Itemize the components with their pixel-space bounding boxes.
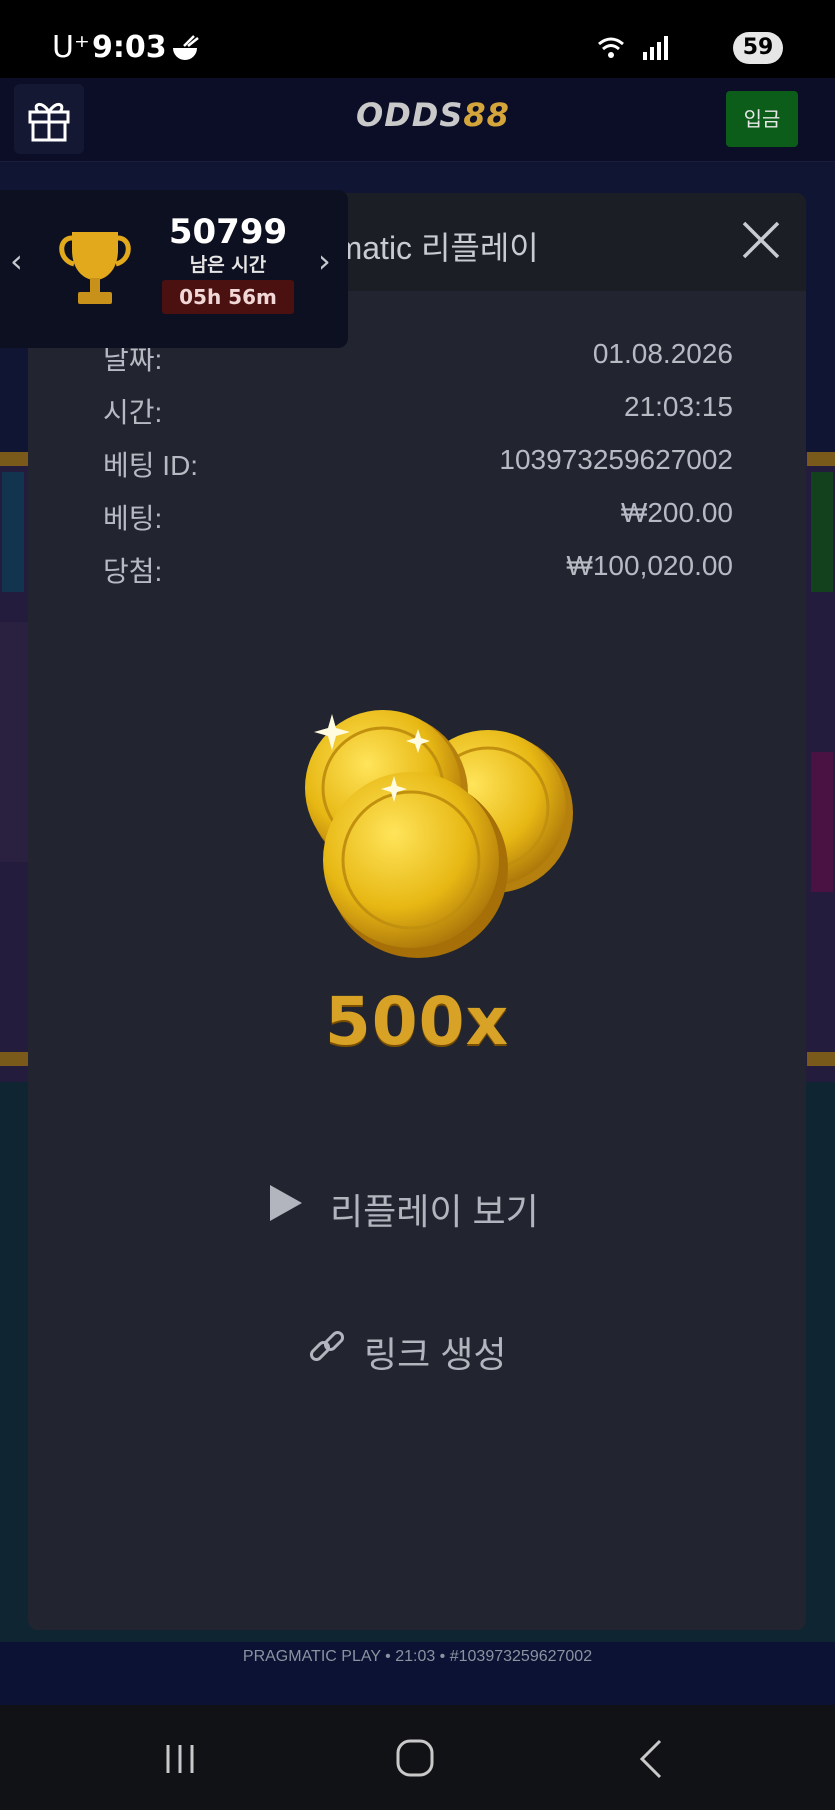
back-icon[interactable] xyxy=(628,1737,678,1781)
info-label: 베팅: xyxy=(103,503,163,534)
info-row-win: 당첨: ₩100,020.00 xyxy=(103,550,733,603)
info-value: 01.08.2026 xyxy=(592,338,733,369)
battery-indicator: 59 xyxy=(733,32,783,64)
tournament-next-button[interactable]: › xyxy=(318,242,331,280)
info-value: ₩100,020.00 xyxy=(566,550,733,581)
close-icon[interactable] xyxy=(736,215,786,265)
gift-button[interactable] xyxy=(14,84,84,154)
info-label: 당첨: xyxy=(103,556,163,587)
info-label: 베팅 ID: xyxy=(103,450,199,481)
reel-frame-right xyxy=(807,452,835,1066)
info-value: 103973259627002 xyxy=(499,444,733,475)
gift-icon xyxy=(28,103,70,142)
system-nav-bar xyxy=(0,1705,835,1810)
recents-icon[interactable] xyxy=(156,1737,206,1781)
tournament-widget: ‹ 50799 남은 시간 05h 56m › xyxy=(0,190,348,348)
info-row-bet: 베팅: ₩200.00 xyxy=(103,497,733,550)
info-value: 21:03:15 xyxy=(624,391,733,422)
gold-coins-icon xyxy=(305,710,573,958)
info-label: 시간: xyxy=(103,397,163,428)
logo-text-88: 88 xyxy=(463,96,510,134)
carrier-label: U⁺ xyxy=(52,30,90,65)
screen: U⁺ 9:03 59 ODDS88 입금 PRAGMATIC PLAY • 21… xyxy=(0,0,835,1810)
reel-frame-left xyxy=(0,452,28,1066)
create-link-button[interactable]: 링크 생성 xyxy=(306,1318,566,1375)
tournament-prev-button[interactable]: ‹ xyxy=(10,242,23,280)
remaining-time-label: 남은 시간 xyxy=(189,254,267,276)
odds88-logo: ODDS88 xyxy=(356,96,510,134)
tournament-score: 50799 xyxy=(168,212,288,252)
info-value: ₩200.00 xyxy=(620,497,733,528)
info-row-time: 시간: 21:03:15 xyxy=(103,391,733,444)
app-header: ODDS88 입금 xyxy=(0,78,835,162)
bet-info-list: 날짜: 01.08.2026 시간: 21:03:15 베팅 ID: 10397… xyxy=(103,338,733,603)
countdown-timer: 05h 56m xyxy=(162,280,294,314)
trophy-icon xyxy=(59,232,131,304)
status-bar: U⁺ 9:03 59 xyxy=(0,0,835,78)
deposit-button[interactable]: 입금 xyxy=(726,91,798,147)
replay-modal: Pragmatic 리플레이 날짜: 01.08.2026 시간: 21:03:… xyxy=(28,193,806,1630)
logo-text-odds: ODDS xyxy=(356,96,464,134)
view-replay-button[interactable]: 리플레이 보기 xyxy=(268,1173,588,1233)
view-replay-label: 리플레이 보기 xyxy=(330,1191,539,1232)
info-row-bet-id: 베팅 ID: 103973259627002 xyxy=(103,444,733,497)
game-footer-text: PRAGMATIC PLAY • 21:03 • #10397325962700… xyxy=(242,1648,593,1665)
home-icon[interactable] xyxy=(390,1737,440,1781)
wifi-signal-icon xyxy=(598,36,668,60)
play-icon xyxy=(270,1185,302,1221)
noodle-notification-icon xyxy=(173,35,199,60)
win-multiplier: 500x xyxy=(324,983,510,1060)
link-icon xyxy=(309,1330,345,1362)
clock: 9:03 xyxy=(92,30,167,65)
create-link-label: 링크 생성 xyxy=(364,1334,507,1375)
